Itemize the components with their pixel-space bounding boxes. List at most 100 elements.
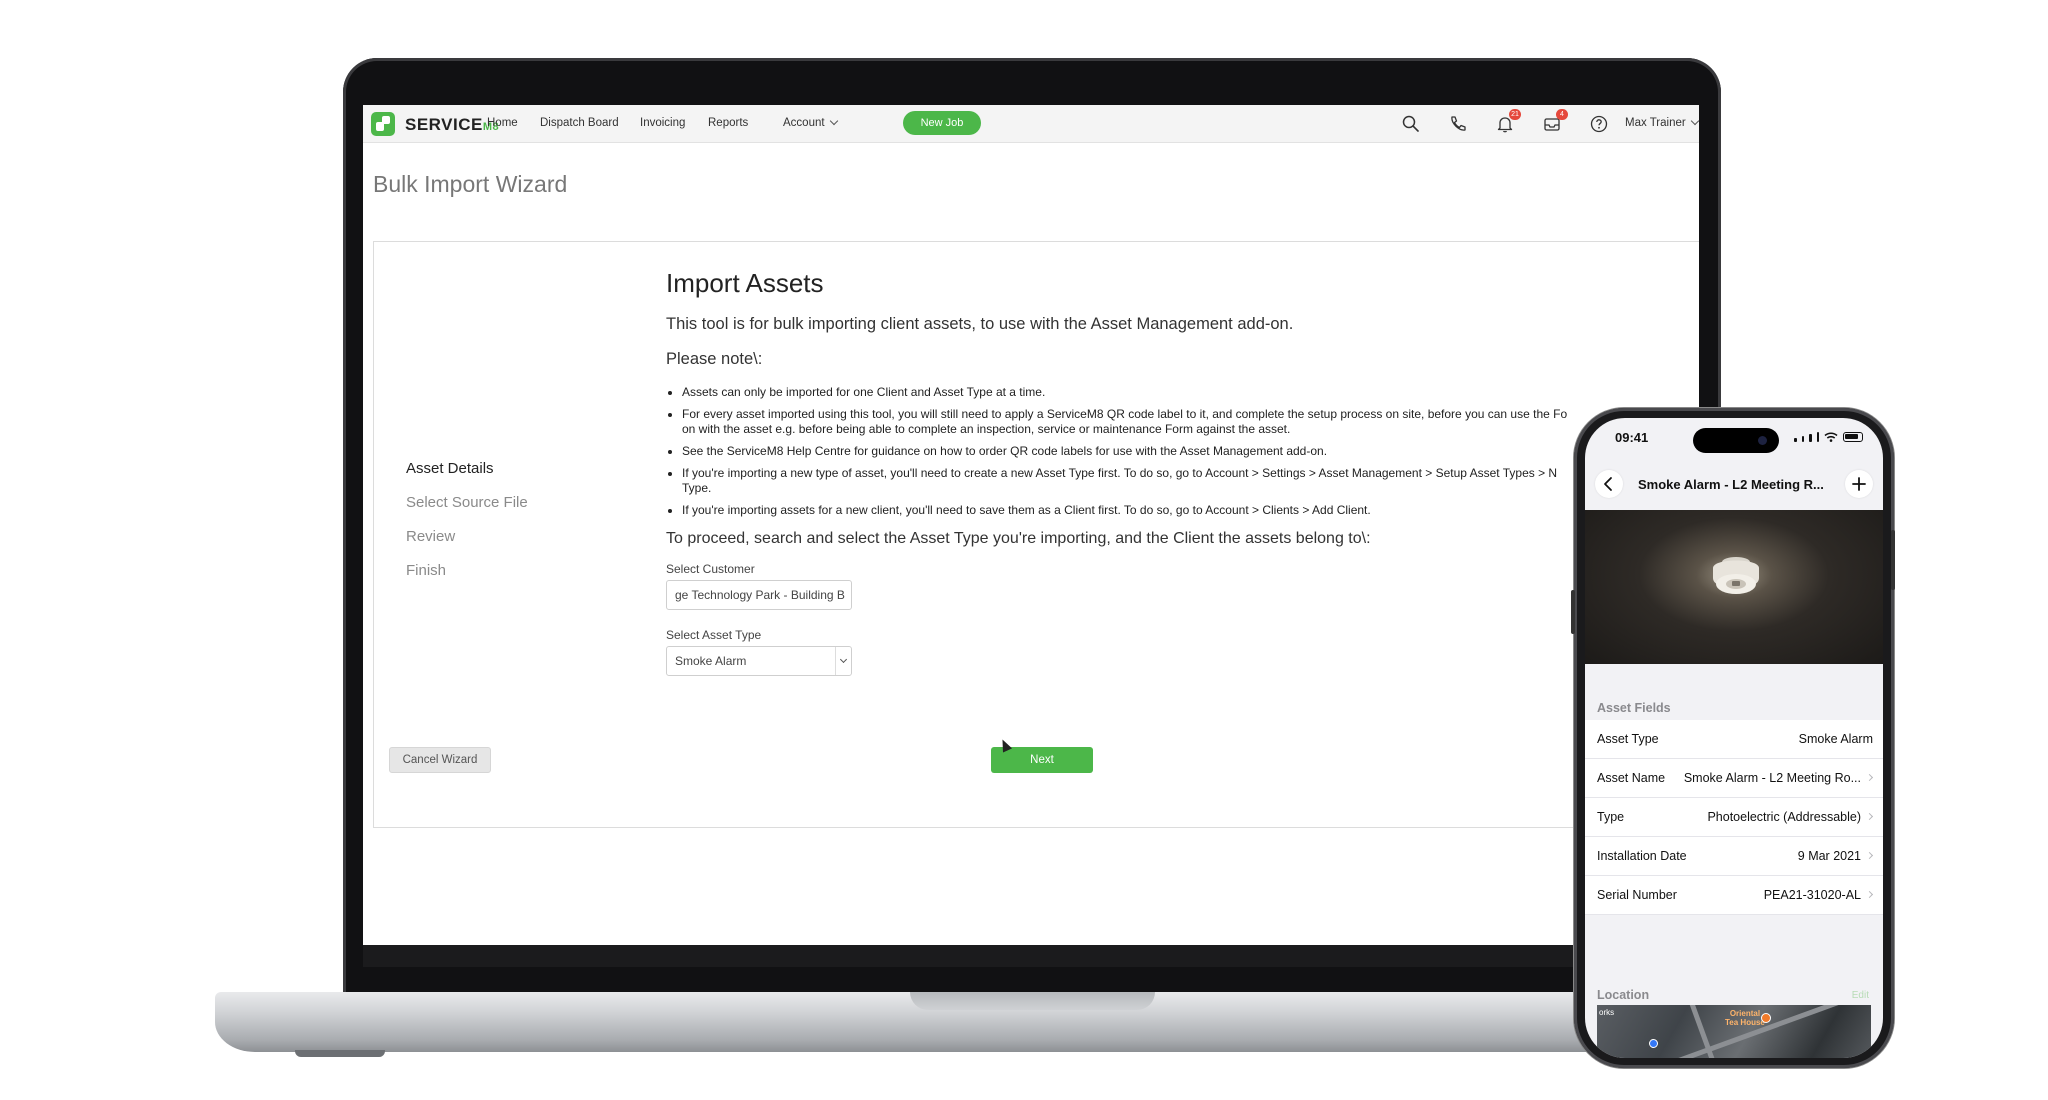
battery-icon	[1843, 432, 1863, 442]
product-mockup: SERVICEM8 Home Dispatch Board Invoicing …	[0, 0, 2048, 1100]
wizard-card: Asset Details Select Source File Review …	[373, 241, 1699, 828]
notes-list: Assets can only be imported for one Clie…	[666, 385, 1699, 518]
asset-type-select[interactable]: Smoke Alarm	[666, 646, 852, 676]
note-item: If you're importing assets for a new cli…	[682, 503, 1699, 518]
customer-search-input[interactable]: ge Technology Park - Building B	[666, 580, 852, 610]
wizard-content: Import Assets This tool is for bulk impo…	[666, 268, 1699, 676]
map-pin-icon	[1761, 1013, 1771, 1023]
laptop-chin	[363, 945, 1699, 967]
location-heading: Location	[1597, 988, 1650, 1002]
asset-type-label: Select Asset Type	[666, 628, 762, 642]
field-label: Installation Date	[1597, 849, 1687, 863]
wifi-icon	[1824, 432, 1838, 442]
phone-header: Smoke Alarm - L2 Meeting R...	[1585, 460, 1883, 510]
help-icon[interactable]	[1589, 114, 1609, 134]
top-navbar: SERVICEM8 Home Dispatch Board Invoicing …	[363, 105, 1699, 143]
field-row-asset-name[interactable]: Asset Name Smoke Alarm - L2 Meeting Ro..…	[1585, 759, 1883, 798]
note-line: If you're importing a new type of asset,…	[682, 466, 1558, 480]
bell-icon[interactable]: 21	[1495, 109, 1521, 134]
inbox-icon[interactable]: 4	[1542, 109, 1568, 134]
field-label: Asset Type	[1597, 732, 1659, 746]
field-row-type[interactable]: Type Photoelectric (Addressable)	[1585, 798, 1883, 837]
map-place-label: Oriental Tea House	[1725, 1009, 1765, 1027]
chevron-right-icon	[1865, 812, 1874, 821]
notifications-badge: 21	[1509, 109, 1521, 120]
note-line: on with the asset e.g. before being able…	[682, 422, 1291, 436]
chevron-down-icon	[1690, 116, 1699, 126]
chevron-down-icon	[835, 647, 851, 675]
chevron-down-icon	[829, 116, 838, 126]
nav-invoicing[interactable]: Invoicing	[640, 117, 685, 129]
laptop-notch	[910, 992, 1155, 1010]
field-label: Serial Number	[1597, 888, 1677, 902]
location-map[interactable]: orks Oriental Tea House	[1597, 1005, 1871, 1058]
note-item: See the ServiceM8 Help Centre for guidan…	[682, 444, 1699, 459]
customer-label: Select Customer	[666, 562, 755, 576]
field-label: Type	[1597, 810, 1625, 824]
signal-icon	[1809, 434, 1812, 442]
signal-icon	[1794, 438, 1797, 442]
asset-title: Smoke Alarm - L2 Meeting R...	[1638, 477, 1824, 492]
import-heading: Import Assets	[666, 268, 824, 298]
new-job-button[interactable]: New Job	[903, 111, 981, 135]
import-lead: This tool is for bulk importing client a…	[666, 315, 1294, 333]
nav-dispatch-board[interactable]: Dispatch Board	[540, 117, 619, 129]
status-icons	[1794, 432, 1863, 442]
step-select-source-file[interactable]: Select Source File	[406, 494, 528, 528]
asset-fields-heading: Asset Fields	[1597, 701, 1671, 715]
location-edit-link[interactable]: Edit	[1852, 990, 1869, 1001]
field-row-asset-type: Asset Type Smoke Alarm	[1585, 720, 1883, 759]
field-value: 9 Mar 2021	[1797, 849, 1861, 863]
please-note: Please note\:	[666, 350, 763, 368]
step-review[interactable]: Review	[406, 528, 528, 562]
laptop-screen: SERVICEM8 Home Dispatch Board Invoicing …	[363, 105, 1699, 945]
status-time: 09:41	[1615, 430, 1649, 445]
field-value: Smoke Alarm	[1798, 732, 1873, 746]
phone-icon[interactable]	[1448, 114, 1468, 134]
field-value: PEA21-31020-AL	[1763, 888, 1861, 902]
nav-account[interactable]: Account	[783, 116, 838, 129]
signal-icon	[1816, 432, 1819, 442]
map-label: orks	[1599, 1008, 1615, 1017]
dynamic-island	[1693, 428, 1779, 453]
user-name: Max Trainer	[1625, 117, 1686, 129]
step-finish[interactable]: Finish	[406, 562, 528, 596]
signal-icon	[1801, 436, 1804, 442]
back-arrow-icon[interactable]	[1595, 470, 1623, 498]
servicem8-logo-icon[interactable]	[371, 112, 395, 136]
current-location-icon	[1649, 1039, 1658, 1048]
field-row-installation-date[interactable]: Installation Date 9 Mar 2021	[1585, 837, 1883, 876]
search-icon[interactable]	[1401, 114, 1421, 134]
field-row-serial-number[interactable]: Serial Number PEA21-31020-AL	[1585, 876, 1883, 915]
phone-side-button	[1571, 590, 1575, 634]
step-asset-details[interactable]: Asset Details	[406, 460, 528, 494]
brand-logo[interactable]: SERVICEM8	[405, 115, 499, 135]
nav-reports[interactable]: Reports	[708, 117, 748, 129]
note-line: Type.	[682, 481, 712, 495]
asset-type-value: Smoke Alarm	[675, 654, 747, 668]
note-line: For every asset imported using this tool…	[682, 407, 1568, 421]
nav-account-label: Account	[783, 117, 825, 129]
chevron-right-icon	[1865, 773, 1874, 782]
inbox-badge: 4	[1556, 109, 1568, 120]
field-label: Asset Name	[1597, 771, 1666, 785]
note-item: For every asset imported using this tool…	[682, 407, 1699, 437]
note-item: Assets can only be imported for one Clie…	[682, 385, 1699, 400]
asset-fields-list: Asset Type Smoke Alarm Asset Name Smoke …	[1585, 720, 1883, 915]
note-item: If you're importing a new type of asset,…	[682, 466, 1699, 496]
wizard-steps: Asset Details Select Source File Review …	[406, 460, 528, 596]
cancel-wizard-button[interactable]: Cancel Wizard	[389, 747, 491, 773]
user-menu[interactable]: Max Trainer	[1625, 116, 1699, 129]
brand-name: SERVICE	[405, 115, 483, 134]
smoke-alarm-icon	[1713, 557, 1759, 594]
proceed-instructions: To proceed, search and select the Asset …	[666, 530, 1371, 547]
nav-home[interactable]: Home	[487, 117, 518, 129]
chevron-right-icon	[1865, 890, 1874, 899]
field-value: Photoelectric (Addressable)	[1707, 810, 1861, 824]
smoke-alarm-photo[interactable]	[1585, 510, 1883, 664]
plus-icon[interactable]	[1845, 470, 1873, 498]
phone-side-button	[1891, 530, 1895, 590]
field-value: Smoke Alarm - L2 Meeting Ro...	[1683, 771, 1861, 785]
chevron-right-icon	[1865, 851, 1874, 860]
phone-screen: 09:41 Smoke Alarm - L2 Meeting R... Asse…	[1585, 418, 1883, 1058]
